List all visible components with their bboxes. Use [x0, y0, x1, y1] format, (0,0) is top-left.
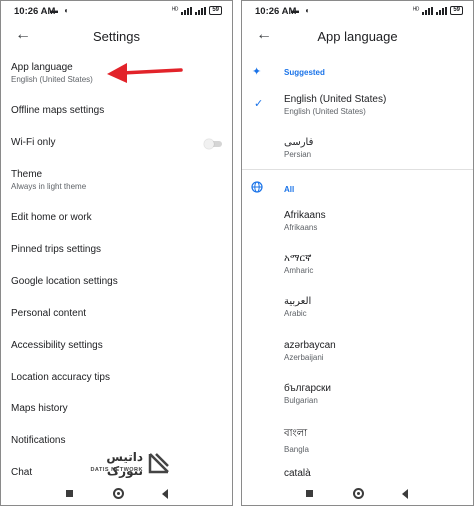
toolbar: ← App language: [242, 23, 473, 49]
language-sublabel: Bangla: [284, 445, 309, 454]
page-title: Settings: [93, 29, 140, 44]
language-option-azerbaijani[interactable]: azərbaycan Azerbaijani: [284, 340, 336, 362]
recents-button-icon[interactable]: [66, 490, 73, 497]
setting-sublabel: Always in light theme: [11, 182, 87, 191]
home-button-icon[interactable]: [113, 488, 124, 499]
language-sublabel: Amharic: [284, 266, 314, 275]
setting-label: Offline maps settings: [11, 105, 105, 116]
language-sublabel: Bulgarian: [284, 396, 318, 405]
signal-icon-2: [436, 6, 448, 15]
status-bar: 10:26 AM ▬ ◐ ᴴᴰ 59: [1, 1, 232, 23]
notification-icons: ▬ ◐: [50, 6, 72, 15]
back-button-icon[interactable]: [402, 489, 408, 499]
watermark-subtext: DATIS NETWORK: [90, 467, 143, 473]
setting-label: Pinned trips settings: [11, 244, 102, 255]
setting-label: Theme: [11, 169, 43, 180]
setting-label: Maps history: [11, 403, 68, 414]
setting-label: Edit home or work: [11, 212, 92, 223]
watermark-text: داتیس نتورک: [106, 450, 143, 478]
setting-app-language[interactable]: App language English (United States): [11, 62, 93, 84]
volte-icon: ᴴᴰ: [413, 7, 420, 14]
setting-notifications[interactable]: Notifications: [11, 435, 65, 446]
setting-label: App language: [11, 62, 73, 73]
watermark-logo-icon: [148, 453, 169, 474]
setting-edit-home-work[interactable]: Edit home or work: [11, 212, 92, 223]
back-button-icon[interactable]: [162, 489, 168, 499]
setting-label: Chat: [11, 467, 33, 478]
suggested-header: Suggested: [284, 68, 325, 77]
language-option-catalan[interactable]: català: [284, 468, 311, 479]
signal-icon: [422, 6, 434, 15]
section-divider: [242, 169, 473, 170]
setting-sublabel: English (United States): [11, 75, 93, 84]
home-button-icon[interactable]: [353, 488, 364, 499]
battery-icon: 59: [209, 6, 222, 15]
toggle-knob: [204, 139, 214, 149]
app-language-screen: 10:26 AM ▬ ◐ ᴴᴰ 59 ← App language ✦ Sugg…: [241, 0, 474, 506]
setting-chat[interactable]: Chat: [11, 467, 32, 478]
language-option-bangla[interactable]: বাংলা Bangla: [284, 426, 309, 454]
sparkle-icon: ✦: [252, 66, 262, 78]
language-sublabel: Persian: [284, 150, 312, 159]
language-name: Afrikaans: [284, 210, 326, 221]
signal-icon-2: [195, 6, 207, 15]
language-name: català: [284, 468, 311, 479]
language-name: العربية: [284, 296, 312, 307]
language-name: azərbaycan: [284, 340, 336, 351]
setting-label: Accessibility settings: [11, 340, 103, 351]
language-option-arabic[interactable]: العربية Arabic: [284, 296, 311, 318]
android-nav-bar: [242, 483, 473, 505]
setting-offline-maps[interactable]: Offline maps settings: [11, 105, 104, 116]
setting-label: Google location settings: [11, 276, 118, 287]
recents-button-icon[interactable]: [306, 490, 313, 497]
setting-label: Notifications: [11, 435, 66, 446]
setting-personal-content[interactable]: Personal content: [11, 308, 86, 319]
setting-theme[interactable]: Theme Always in light theme: [11, 169, 86, 191]
language-sublabel: Arabic: [284, 309, 307, 318]
setting-wifi-only[interactable]: Wi-Fi only: [11, 137, 55, 148]
language-sublabel: Azerbaijani: [284, 353, 324, 362]
language-option-amharic[interactable]: አማርኛ Amharic: [284, 253, 313, 275]
android-nav-bar: [1, 483, 232, 505]
language-option-bulgarian[interactable]: български Bulgarian: [284, 383, 331, 405]
setting-pinned-trips[interactable]: Pinned trips settings: [11, 244, 101, 255]
check-icon: ✓: [254, 98, 264, 110]
status-bar: 10:26 AM ▬ ◐ ᴴᴰ 59: [242, 1, 473, 23]
globe-icon: [251, 181, 263, 193]
language-name: English (United States): [284, 94, 387, 105]
notification-icons: ▬ ◐: [291, 6, 313, 15]
setting-label: Wi-Fi only: [11, 137, 56, 148]
status-right-icons: ᴴᴰ 59: [172, 6, 222, 15]
volte-icon: ᴴᴰ: [172, 7, 179, 14]
annotation-arrow-icon: [107, 63, 183, 83]
language-option-afrikaans[interactable]: Afrikaans Afrikaans: [284, 210, 326, 232]
wifi-only-toggle[interactable]: [204, 139, 222, 149]
signal-icon: [181, 6, 193, 15]
setting-label: Personal content: [11, 308, 87, 319]
all-header: All: [284, 185, 295, 194]
language-name: አማርኛ: [284, 253, 312, 264]
setting-label: Location accuracy tips: [11, 372, 110, 383]
setting-google-location[interactable]: Google location settings: [11, 276, 118, 287]
language-name: বাংলা: [284, 428, 308, 439]
battery-icon: 59: [450, 6, 463, 15]
language-sublabel: Afrikaans: [284, 223, 318, 232]
setting-location-accuracy[interactable]: Location accuracy tips: [11, 372, 110, 383]
watermark: داتیس نتورک DATIS NETWORK: [67, 449, 179, 483]
language-option-english-us[interactable]: English (United States) English (United …: [284, 94, 386, 116]
setting-maps-history[interactable]: Maps history: [11, 403, 68, 414]
language-name: فارسی: [284, 137, 314, 148]
language-name: български: [284, 383, 331, 394]
settings-screen: 10:26 AM ▬ ◐ ᴴᴰ 59 ← Settings App langua…: [0, 0, 233, 506]
setting-accessibility[interactable]: Accessibility settings: [11, 340, 103, 351]
page-title: App language: [317, 29, 398, 44]
toolbar: ← Settings: [1, 23, 232, 49]
status-right-icons: ᴴᴰ 59: [413, 6, 463, 15]
language-option-persian[interactable]: فارسی Persian: [284, 137, 313, 159]
language-sublabel: English (United States): [284, 107, 366, 116]
